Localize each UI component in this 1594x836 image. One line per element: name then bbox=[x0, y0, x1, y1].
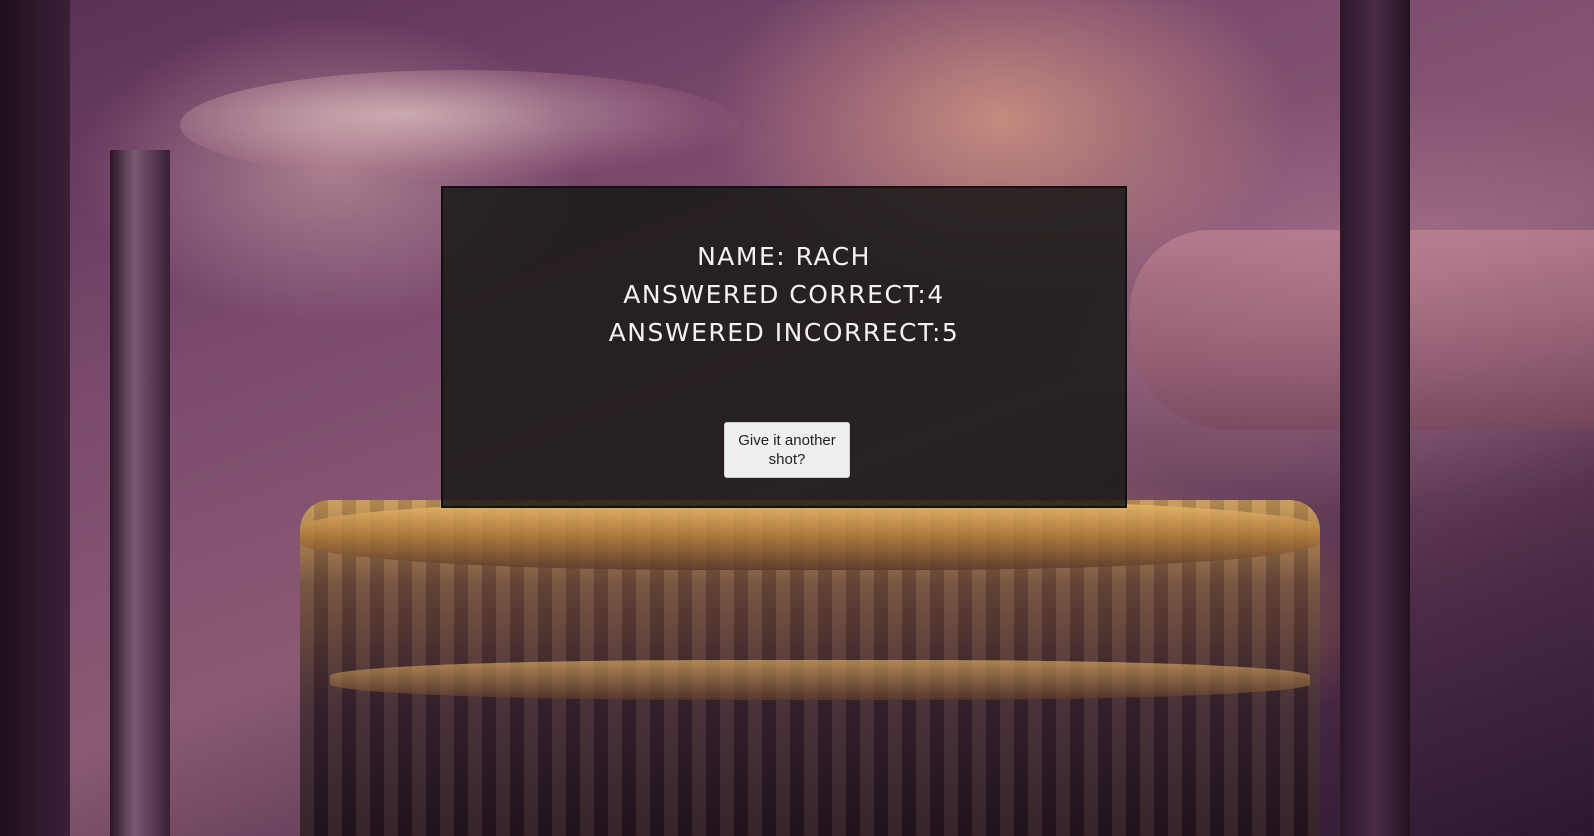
background-snare-drum bbox=[300, 500, 1320, 836]
background-drum-lower-rim bbox=[330, 660, 1310, 700]
background-drum-rim bbox=[300, 500, 1320, 570]
background-drummer-arm bbox=[1130, 230, 1594, 430]
answered-incorrect-count: ANSWERED INCORRECT:5 bbox=[608, 318, 960, 347]
background-stand-right bbox=[1340, 0, 1410, 836]
background-cymbal bbox=[180, 70, 740, 180]
player-name: NAME: RACH bbox=[697, 242, 871, 271]
results-stats: NAME: RACH ANSWERED CORRECT:4 ANSWERED I… bbox=[443, 238, 1125, 352]
background-stand-left bbox=[110, 150, 170, 836]
background-shadow-left bbox=[0, 0, 70, 836]
results-panel: NAME: RACH ANSWERED CORRECT:4 ANSWERED I… bbox=[441, 186, 1127, 508]
answered-correct-count: ANSWERED CORRECT:4 bbox=[623, 280, 945, 309]
retry-button[interactable]: Give it another shot? bbox=[724, 422, 850, 478]
